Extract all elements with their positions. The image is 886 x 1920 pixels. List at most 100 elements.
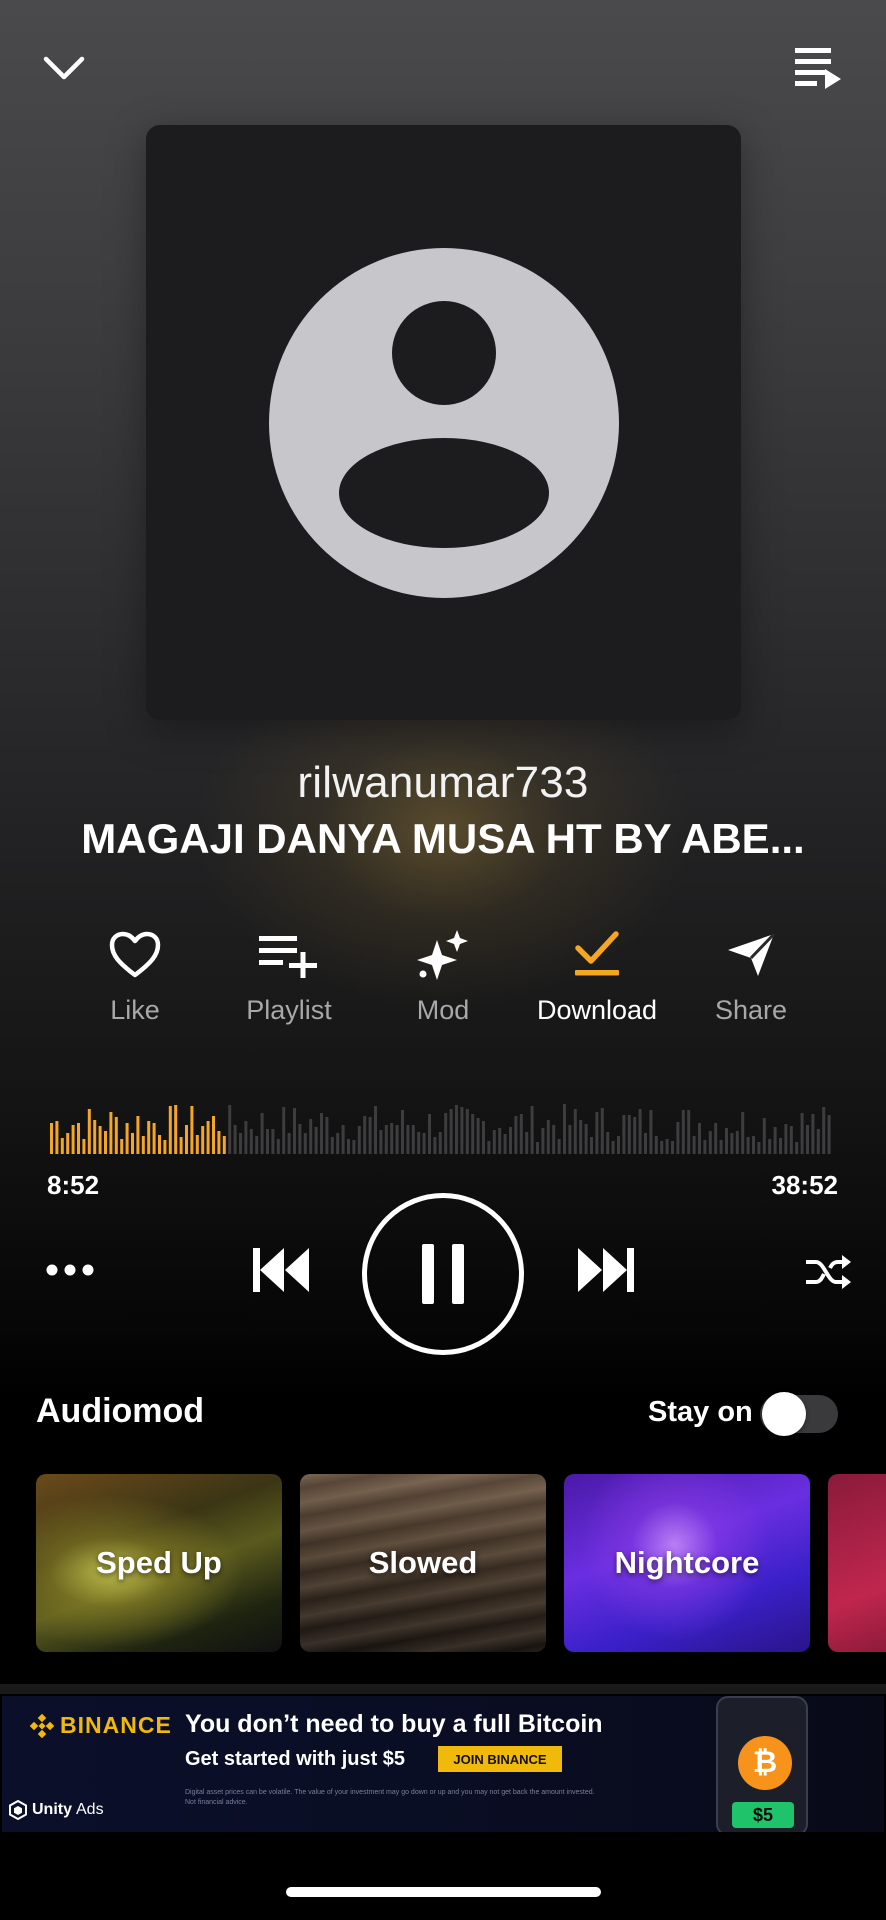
waveform-bar-played xyxy=(125,1123,129,1154)
waveform-bar xyxy=(303,1133,307,1154)
waveform-bar xyxy=(309,1119,313,1154)
toggle-knob xyxy=(762,1392,806,1436)
waveform-bar xyxy=(363,1116,367,1154)
waveform-bar-played xyxy=(104,1131,107,1154)
pause-button[interactable] xyxy=(362,1193,524,1355)
waveform-bar xyxy=(298,1124,302,1154)
playlist-add-icon xyxy=(259,936,317,978)
waveform-bar xyxy=(735,1131,739,1154)
waveform-bar xyxy=(244,1121,248,1154)
waveform-bar xyxy=(795,1142,799,1154)
waveform-bar xyxy=(822,1107,826,1154)
waveform-bar xyxy=(649,1110,653,1154)
ad-amount-badge: $5 xyxy=(732,1802,794,1828)
mod-button[interactable]: Mod xyxy=(368,925,518,1035)
bitcoin-icon: ₿ xyxy=(738,1736,792,1790)
home-indicator xyxy=(286,1887,601,1897)
waveform-bar xyxy=(627,1115,631,1154)
waveform-bar xyxy=(271,1129,275,1154)
waveform-bar xyxy=(422,1133,426,1154)
waveform-bar xyxy=(314,1127,318,1154)
waveform-bar xyxy=(417,1132,421,1154)
waveform-bar xyxy=(444,1113,448,1154)
share-label: Share xyxy=(714,995,788,1025)
waveform-bar xyxy=(492,1130,496,1154)
waveform-bar xyxy=(379,1130,383,1154)
audiomod-title: Audiomod xyxy=(36,1392,205,1430)
artist-name[interactable]: rilwanumar733 xyxy=(0,758,886,808)
user-placeholder-icon xyxy=(268,247,619,598)
audiomod-carousel[interactable]: Sped Up Slowed Nightcore xyxy=(36,1474,886,1652)
waveform-bar xyxy=(293,1108,296,1154)
stay-on-toggle[interactable] xyxy=(760,1392,838,1436)
share-button[interactable]: Share xyxy=(676,925,826,1035)
playlist-button[interactable]: Playlist xyxy=(214,925,364,1035)
waveform-bar xyxy=(676,1122,680,1154)
waveform-bar xyxy=(260,1113,264,1154)
download-button[interactable]: Download xyxy=(522,925,672,1035)
previous-button[interactable] xyxy=(245,1238,317,1302)
mod-card-sped-up[interactable]: Sped Up xyxy=(36,1474,282,1652)
waveform-bar-played xyxy=(82,1139,86,1154)
waveform-bar xyxy=(660,1141,664,1154)
waveform-bar-played xyxy=(141,1136,145,1154)
waveform-bar xyxy=(741,1112,745,1154)
mod-card-partial[interactable] xyxy=(828,1474,886,1652)
waveform-bar xyxy=(730,1133,734,1154)
waveform-bar xyxy=(600,1108,604,1154)
mod-card-label: Sped Up xyxy=(96,1545,222,1580)
waveform-bar xyxy=(482,1121,485,1154)
ad-network-suffix: Ads xyxy=(76,1801,104,1818)
ad-headline: You don’t need to buy a full Bitcoin xyxy=(185,1710,603,1738)
waveform-bar xyxy=(325,1117,329,1154)
waveform-bar xyxy=(428,1114,431,1154)
waveform-bar xyxy=(503,1134,507,1154)
collapse-button[interactable] xyxy=(36,40,92,96)
waveform-bar-played xyxy=(93,1120,97,1154)
waveform-seekbar[interactable] xyxy=(50,1098,836,1156)
waveform-bar xyxy=(390,1123,394,1154)
waveform-bar xyxy=(330,1137,334,1154)
waveform-bar xyxy=(536,1142,539,1154)
waveform-bar xyxy=(671,1141,674,1154)
waveform-bar xyxy=(282,1107,286,1154)
waveform-bar-played xyxy=(212,1116,215,1154)
ad-subline: Get started with just $5 xyxy=(185,1748,406,1770)
ad-banner[interactable]: BINANCE You don’t need to buy a full Bit… xyxy=(2,1696,884,1832)
heart-icon xyxy=(109,931,161,978)
mod-card-label: Nightcore xyxy=(614,1545,760,1580)
waveform-bar xyxy=(276,1139,280,1154)
waveform-bar xyxy=(768,1139,772,1154)
waveform-bar-played xyxy=(222,1136,226,1154)
like-button[interactable]: Like xyxy=(60,925,210,1035)
download-check-icon xyxy=(575,931,619,976)
waveform-bar-played xyxy=(163,1140,167,1154)
waveform-bar-played xyxy=(120,1139,124,1154)
mod-card-slowed[interactable]: Slowed xyxy=(300,1474,546,1652)
waveform-bar xyxy=(266,1129,269,1154)
next-button[interactable] xyxy=(570,1238,642,1302)
queue-button[interactable] xyxy=(788,40,848,96)
waveform-bar xyxy=(449,1109,453,1154)
waveform-bar xyxy=(476,1118,480,1154)
mod-label: Mod xyxy=(416,995,470,1025)
waveform-bar xyxy=(514,1116,518,1154)
waveform-bar xyxy=(622,1115,626,1154)
skip-next-icon xyxy=(578,1248,634,1292)
ad-cta-button[interactable]: JOIN BINANCE xyxy=(438,1746,562,1772)
waveform-bar xyxy=(692,1136,696,1154)
stay-on-label: Stay on xyxy=(648,1396,753,1428)
mod-card-nightcore[interactable]: Nightcore xyxy=(564,1474,810,1652)
waveform-bar xyxy=(460,1107,464,1154)
waveform-bar xyxy=(239,1133,242,1154)
waveform-bar xyxy=(800,1113,804,1154)
waveform-bar xyxy=(530,1106,534,1154)
queue-list-icon xyxy=(795,48,841,89)
waveform-bar-played xyxy=(66,1133,70,1154)
waveform-bar xyxy=(719,1140,723,1154)
shuffle-button[interactable] xyxy=(800,1248,856,1296)
more-options-button[interactable] xyxy=(40,1250,100,1290)
waveform-bar-played xyxy=(206,1121,210,1154)
waveform-bar-played xyxy=(136,1116,140,1154)
waveform-bar-played xyxy=(174,1105,178,1154)
